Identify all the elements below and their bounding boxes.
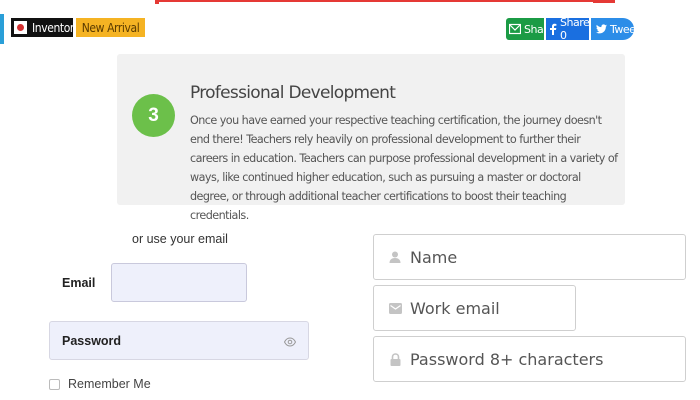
name-field[interactable]: [373, 234, 686, 280]
remember-me[interactable]: Remember Me: [49, 377, 151, 391]
facebook-icon: [549, 23, 557, 35]
info-card: 3 Professional Development Once you have…: [117, 54, 625, 222]
password-input[interactable]: Password: [49, 321, 309, 360]
envelope-icon: [388, 302, 402, 314]
top-accent-cap-right: [593, 0, 615, 3]
share-bar: Share Share 0 Tweet: [506, 16, 640, 42]
email-share-button[interactable]: Share: [506, 18, 554, 40]
remember-me-checkbox[interactable]: [49, 378, 60, 390]
facebook-share-label: Share 0: [560, 16, 590, 42]
email-input[interactable]: [111, 263, 247, 302]
flag-icon: [14, 21, 27, 34]
eye-icon[interactable]: [283, 334, 297, 352]
remember-me-label: Remember Me: [68, 377, 151, 391]
work-email-input[interactable]: [410, 298, 569, 318]
signup-password-input[interactable]: [410, 349, 663, 369]
or-use-email-text: or use your email: [132, 232, 228, 246]
password-label: Password: [62, 334, 122, 348]
card-body-text: Once you have earned your respective tea…: [190, 114, 618, 222]
left-accent-bar: [0, 14, 4, 44]
facebook-share-button[interactable]: Share 0: [546, 16, 590, 42]
new-arrival-tag[interactable]: New Arrival: [76, 18, 145, 37]
inventory-tag[interactable]: Inventory: [11, 18, 80, 37]
signup-password-field[interactable]: [373, 336, 686, 382]
tweet-button[interactable]: Tweet: [591, 18, 640, 40]
lock-icon: [388, 352, 402, 366]
work-email-field[interactable]: [373, 285, 576, 331]
email-label: Email: [62, 276, 96, 290]
inventory-tag-label: Inventory: [32, 20, 80, 35]
mail-icon: [509, 23, 521, 35]
top-accent-cap-left: [155, 0, 159, 4]
top-accent-line: [155, 0, 615, 2]
card-title: Professional Development: [190, 83, 396, 103]
new-arrival-label: New Arrival: [81, 20, 140, 35]
name-input[interactable]: [410, 247, 663, 267]
twitter-icon: [596, 24, 607, 34]
step-number-badge: 3: [132, 94, 175, 137]
user-icon: [388, 251, 402, 263]
tweet-label: Tweet: [610, 22, 640, 36]
